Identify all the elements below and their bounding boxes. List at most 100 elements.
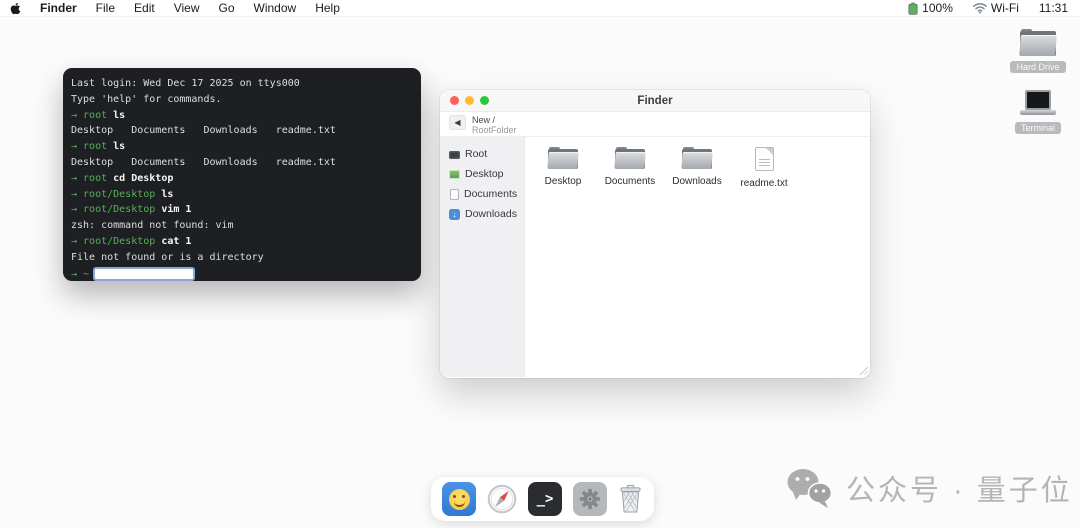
- file-label: Documents: [604, 176, 656, 187]
- terminal-window[interactable]: Last login: Wed Dec 17 2025 on ttys000 Ty…: [63, 68, 421, 282]
- sidebar-item-documents[interactable]: Documents: [440, 184, 524, 204]
- terminal-text-segment: cat 1: [161, 235, 192, 247]
- desktop-icon: [449, 170, 460, 179]
- watermark-text: 公众号 · 量子位: [846, 475, 1073, 507]
- terminal-line: Desktop Documents Downloads readme.txt: [71, 123, 413, 139]
- file-label: Downloads: [672, 176, 722, 187]
- watermark: 公众号 · 量子位: [786, 467, 1073, 509]
- terminal-app-icon: _>: [528, 482, 562, 516]
- finder-file-area: Desktop Documents Downloads readme.txt: [525, 137, 870, 377]
- file-label: readme.txt: [740, 178, 788, 189]
- hard-drive-icon: [1019, 29, 1057, 56]
- terminal-text-segment: ls: [113, 109, 126, 121]
- finder-toolbar: ◀ New / RootFolder: [440, 112, 870, 137]
- compass-icon: [487, 484, 517, 514]
- dock-settings[interactable]: [573, 482, 607, 516]
- wifi-icon: [973, 3, 987, 14]
- terminal-text-segment: → root: [71, 141, 114, 153]
- terminal-line: → root ls: [71, 139, 413, 155]
- folder-icon: [681, 147, 713, 169]
- menu-item-finder[interactable]: Finder: [40, 1, 77, 15]
- document-icon: [450, 188, 459, 200]
- terminal-line: Desktop Documents Downloads readme.txt: [71, 155, 413, 171]
- desktop-icon-label: Terminal: [1014, 122, 1061, 134]
- file-item-documents[interactable]: Documents: [601, 147, 659, 187]
- wifi-label: Wi-Fi: [990, 1, 1019, 15]
- terminal-text-segment: File not found or is a directory: [71, 251, 264, 263]
- terminal-line: Last login: Wed Dec 17 2025 on ttys000: [71, 76, 413, 92]
- terminal-line: → root/Desktop vim 1: [71, 202, 413, 218]
- dock-finder-app[interactable]: [442, 482, 476, 516]
- apple-menu[interactable]: [10, 2, 21, 15]
- menu-item-edit[interactable]: Edit: [134, 1, 155, 15]
- terminal-line: File not found or is a directory: [71, 250, 413, 266]
- terminal-text-segment: → root: [71, 109, 114, 121]
- menu-bar-clock[interactable]: 11:31: [1039, 1, 1068, 15]
- terminal-text-segment: ls: [161, 188, 174, 200]
- sidebar-item-desktop[interactable]: Desktop: [440, 164, 524, 184]
- terminal-glyph: _>: [536, 491, 554, 507]
- window-title: Finder: [637, 94, 673, 107]
- desktop-icons: Hard Drive Terminal: [1002, 29, 1074, 134]
- battery-percent: 100%: [922, 1, 953, 15]
- sidebar-item-label: Documents: [464, 188, 518, 200]
- breadcrumb-line2: RootFolder: [472, 125, 517, 135]
- terminal-text-segment: vim 1: [161, 204, 192, 216]
- menu-item-view[interactable]: View: [174, 1, 200, 15]
- terminal-line: → root cd Desktop: [71, 171, 413, 187]
- terminal-text-segment: Desktop Documents Downloads readme.txt: [71, 125, 336, 137]
- terminal-text-segment: zsh: command not found: vim: [71, 220, 234, 232]
- breadcrumb[interactable]: New / RootFolder: [472, 115, 517, 136]
- terminal-line: → root ls: [71, 108, 413, 124]
- menu-item-go[interactable]: Go: [219, 1, 235, 15]
- terminal-text-segment: → root/Desktop: [71, 188, 162, 200]
- back-button[interactable]: ◀: [449, 115, 466, 130]
- terminal-line: → root/Desktop cat 1: [71, 234, 413, 250]
- terminal-text-segment: → root/Desktop: [71, 235, 162, 247]
- finder-body: Root Desktop Documents ↓ Downloads Deskt…: [440, 137, 870, 377]
- terminal-text-segment: ls: [113, 141, 126, 153]
- battery-icon: [908, 2, 918, 15]
- terminal-text-segment: → root: [71, 172, 114, 184]
- sidebar-item-label: Root: [465, 148, 488, 160]
- wechat-icon: [787, 468, 833, 508]
- sidebar-item-root[interactable]: Root: [440, 144, 524, 164]
- desktop-icon-terminal[interactable]: Terminal: [1014, 90, 1061, 134]
- file-item-desktop[interactable]: Desktop: [534, 147, 592, 187]
- file-label: Desktop: [544, 176, 582, 187]
- gear-icon: [573, 482, 607, 516]
- menu-item-help[interactable]: Help: [315, 1, 340, 15]
- sidebar-item-label: Downloads: [465, 208, 517, 220]
- folder-icon: [547, 147, 579, 169]
- file-item-downloads[interactable]: Downloads: [668, 147, 726, 187]
- finder-sidebar: Root Desktop Documents ↓ Downloads: [440, 137, 525, 377]
- desktop-icon-label: Hard Drive: [1010, 61, 1066, 73]
- dock-safari[interactable]: [487, 484, 517, 514]
- terminal-input[interactable]: [93, 267, 196, 282]
- terminal-line: Type 'help' for commands.: [71, 92, 413, 108]
- laptop-icon: [1019, 90, 1056, 117]
- terminal-text-segment: Type 'help' for commands.: [71, 93, 222, 105]
- download-icon: ↓: [449, 208, 460, 220]
- dock-terminal-app[interactable]: _>: [528, 482, 562, 516]
- menu-bar-status: 100% Wi-Fi 11:31: [908, 1, 1080, 15]
- apple-logo-icon: [10, 2, 21, 14]
- finder-window[interactable]: Finder ◀ New / RootFolder Root Desktop D…: [440, 90, 870, 378]
- menu-item-file[interactable]: File: [96, 1, 115, 15]
- terminal-line: zsh: command not found: vim: [71, 218, 413, 234]
- breadcrumb-line1: New /: [472, 115, 496, 125]
- battery-status[interactable]: 100%: [908, 1, 953, 15]
- terminal-prompt: → ~: [71, 268, 90, 280]
- terminal-text-segment: → root/Desktop: [71, 204, 162, 216]
- sidebar-item-downloads[interactable]: ↓ Downloads: [440, 204, 524, 224]
- menu-item-window[interactable]: Window: [254, 1, 297, 15]
- file-item-readme[interactable]: readme.txt: [735, 147, 793, 189]
- wifi-status[interactable]: Wi-Fi: [973, 1, 1019, 15]
- desktop-icon-hard-drive[interactable]: Hard Drive: [1010, 29, 1066, 73]
- dock-trash[interactable]: [618, 484, 643, 514]
- terminal-text-segment: Last login: Wed Dec 17 2025 on ttys000: [71, 78, 300, 89]
- computer-icon: [449, 150, 460, 159]
- finder-title-bar[interactable]: Finder: [440, 90, 870, 112]
- smiley-app-icon: [442, 482, 476, 516]
- terminal-output: Last login: Wed Dec 17 2025 on ttys000 Ty…: [71, 76, 413, 266]
